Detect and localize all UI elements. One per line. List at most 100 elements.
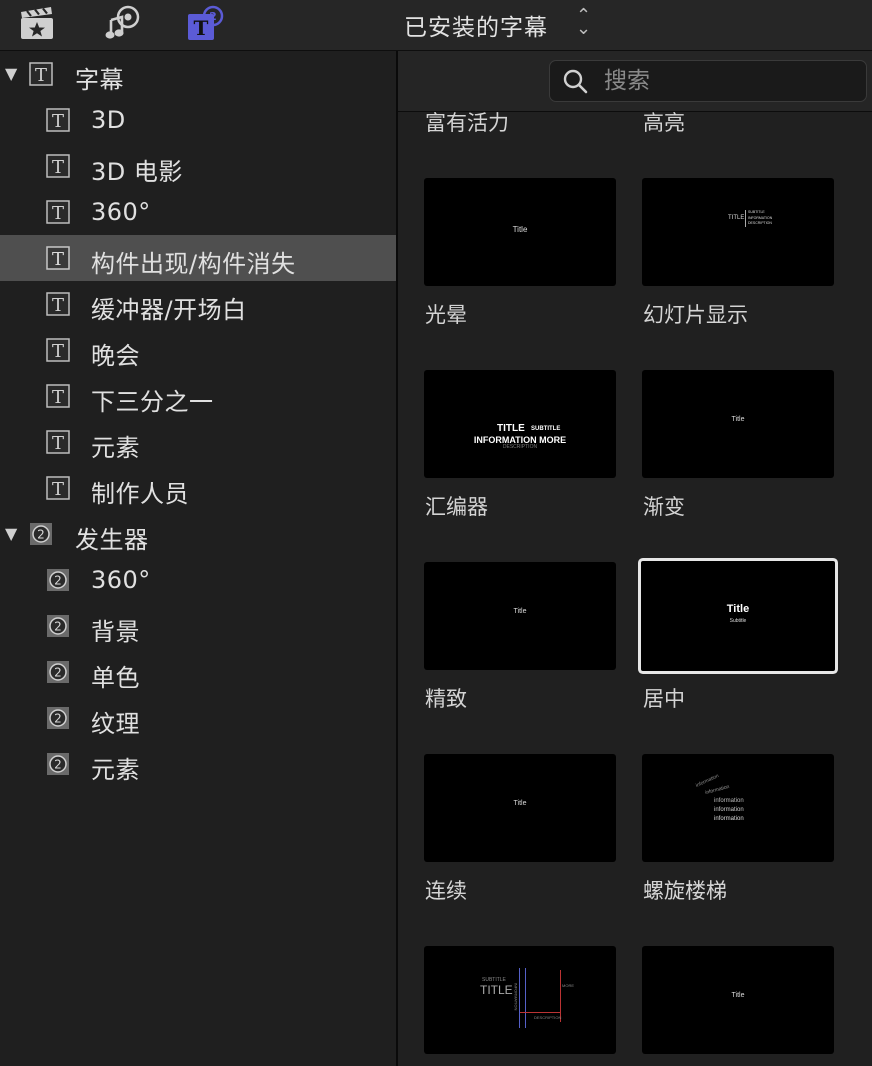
thumb-title: TITLE [480, 983, 513, 997]
thumb-line: DESCRIPTION [748, 221, 772, 225]
thumb-line: information [714, 798, 744, 804]
title-t-icon: T [46, 246, 70, 270]
thumb-line: INFORMATION [748, 216, 773, 220]
svg-text:T: T [52, 479, 64, 500]
titles-generators-icon[interactable]: 2 T [187, 4, 225, 42]
thumb-desc: DESCRIPTION [534, 1015, 562, 1020]
thumb-line: SUBTITLE [748, 210, 765, 214]
sidebar-item-elements[interactable]: T 元素 [0, 419, 396, 465]
sidebar-item-gen-360[interactable]: 2 360° [0, 557, 396, 603]
sidebar-item-bumper-opener[interactable]: T 缓冲器/开场白 [0, 281, 396, 327]
title-browser: 富有活力 高亮 Title 光晕 TITLE SUBTITLE INFORMAT… [398, 51, 872, 1066]
tile-label[interactable]: 螺旋楼梯 [643, 875, 727, 905]
svg-text:2: 2 [37, 528, 45, 542]
sidebar-group-generators[interactable]: ▼ 2 发生器 [0, 511, 396, 557]
sidebar-item-label: 元素 [91, 756, 140, 784]
sidebar-item-label: 3D [91, 106, 126, 134]
library-title[interactable]: 已安装的字幕 [404, 8, 548, 42]
sidebar-item-gen-elements[interactable]: 2 元素 [0, 741, 396, 787]
sidebar-item-360[interactable]: T 360° [0, 189, 396, 235]
svg-text:T: T [52, 341, 64, 362]
tile-label[interactable]: 精致 [425, 683, 467, 713]
sidebar-item-lower-thirds[interactable]: T 下三分之一 [0, 373, 396, 419]
title-t-icon: T [46, 108, 70, 132]
thumb-text: Title [731, 992, 745, 999]
tile-label[interactable]: 光晕 [425, 299, 467, 329]
disclosure-triangle-icon[interactable]: ▼ [5, 525, 17, 543]
sidebar-item-textures[interactable]: 2 纹理 [0, 695, 396, 741]
tile-thumbnail-elegant[interactable]: Title [424, 562, 616, 670]
sidebar-item-party[interactable]: T 晚会 [0, 327, 396, 373]
sidebar-item-label: 单色 [91, 664, 140, 692]
thumb-vertical: INFORMATION [513, 982, 519, 1011]
svg-text:2: 2 [54, 666, 62, 680]
sidebar-item-3d-cinematic[interactable]: T 3D 电影 [0, 143, 396, 189]
search-input[interactable] [602, 65, 856, 97]
svg-text:T: T [194, 16, 209, 40]
generator-icon: 2 [46, 614, 70, 638]
svg-text:T: T [52, 111, 64, 132]
thumb-side: MORE [562, 983, 574, 988]
tile-thumbnail-continuous[interactable]: Title [424, 754, 616, 862]
svg-text:T: T [52, 387, 64, 408]
svg-text:2: 2 [54, 574, 62, 588]
title-t-icon: T [46, 292, 70, 316]
svg-text:T: T [52, 157, 64, 178]
tile-thumbnail-title[interactable]: Title [642, 946, 834, 1054]
tile-label[interactable]: 幻灯片显示 [643, 299, 748, 329]
tile-thumbnail-gradient[interactable]: Title [642, 370, 834, 478]
sidebar-item-solids[interactable]: 2 单色 [0, 649, 396, 695]
thumb-text: Title [513, 608, 527, 615]
sidebar-item-label: 背景 [91, 618, 140, 646]
sidebar-group-titles[interactable]: ▼ T 字幕 [0, 51, 396, 97]
svg-text:T: T [52, 249, 64, 270]
sidebar-item-credits[interactable]: T 制作人员 [0, 465, 396, 511]
title-t-icon: T [46, 200, 70, 224]
generator-icon: 2 [46, 706, 70, 730]
sidebar-item-build-in-out[interactable]: T 构件出现/构件消失 [0, 235, 396, 281]
generator-icon: 2 [29, 522, 53, 546]
sidebar-group-label: 发生器 [75, 526, 149, 554]
search-icon [563, 69, 588, 94]
sidebar-item-label: 构件出现/构件消失 [91, 250, 296, 278]
title-t-icon: T [29, 62, 53, 86]
generator-icon: 2 [46, 660, 70, 684]
generator-icon: 2 [46, 568, 70, 592]
thumb-line: information [714, 816, 744, 822]
sidebar-item-label: 360° [91, 198, 151, 226]
search-field[interactable] [549, 60, 867, 102]
title-t-icon: T [46, 154, 70, 178]
thumb-line: information [704, 783, 731, 797]
thumb-text: Title [513, 800, 527, 807]
photos-music-icon[interactable] [103, 4, 141, 42]
tile-label[interactable]: 居中 [643, 683, 685, 713]
sidebar-item-backgrounds[interactable]: 2 背景 [0, 603, 396, 649]
tile-thumbnail-centered[interactable]: Title Subtitle [641, 561, 835, 671]
thumb-text: TITLE [497, 423, 525, 434]
thumb-text: Title [731, 416, 745, 423]
tile-thumbnail-divider[interactable]: SUBTITLE TITLE MORE DESCRIPTION INFORMAT… [424, 946, 616, 1054]
disclosure-triangle-icon[interactable]: ▼ [5, 65, 17, 83]
clapperboard-star-icon[interactable] [18, 4, 56, 42]
title-t-icon: T [46, 338, 70, 362]
sidebar-item-3d[interactable]: T 3D [0, 97, 396, 143]
tile-thumbnail-compiler[interactable]: TITLE SUBTITLE INFORMATION MORE DESCRIPT… [424, 370, 616, 478]
chevron-updown-icon[interactable]: ⌃ ⌄ [576, 7, 591, 38]
thumb-subtitle: Subtitle [729, 618, 747, 624]
sidebar-item-label: 元素 [91, 434, 140, 462]
svg-text:T: T [52, 433, 64, 454]
sidebar-item-label: 下三分之一 [91, 388, 214, 416]
tile-label[interactable]: 连续 [425, 875, 467, 905]
tile-thumbnail-slideshow[interactable]: TITLE SUBTITLE INFORMATION DESCRIPTION [642, 178, 834, 286]
sidebar: ▼ T 字幕 T 3D T 3D 电影 T 360° T 构件出现/构件消失 T… [0, 51, 396, 1066]
sidebar-item-label: 纹理 [91, 710, 140, 738]
tile-label[interactable]: 渐变 [643, 491, 685, 521]
generator-icon: 2 [46, 752, 70, 776]
sidebar-item-label: 3D 电影 [91, 158, 183, 186]
tile-label[interactable]: 汇编器 [425, 491, 488, 521]
tile-thumbnail-glow[interactable]: Title [424, 178, 616, 286]
thumb-title: TITLE [728, 215, 745, 221]
tile-thumbnail-spiral-staircase[interactable]: information information information info… [642, 754, 834, 862]
thumb-line: information [714, 807, 744, 813]
svg-text:T: T [35, 65, 47, 86]
